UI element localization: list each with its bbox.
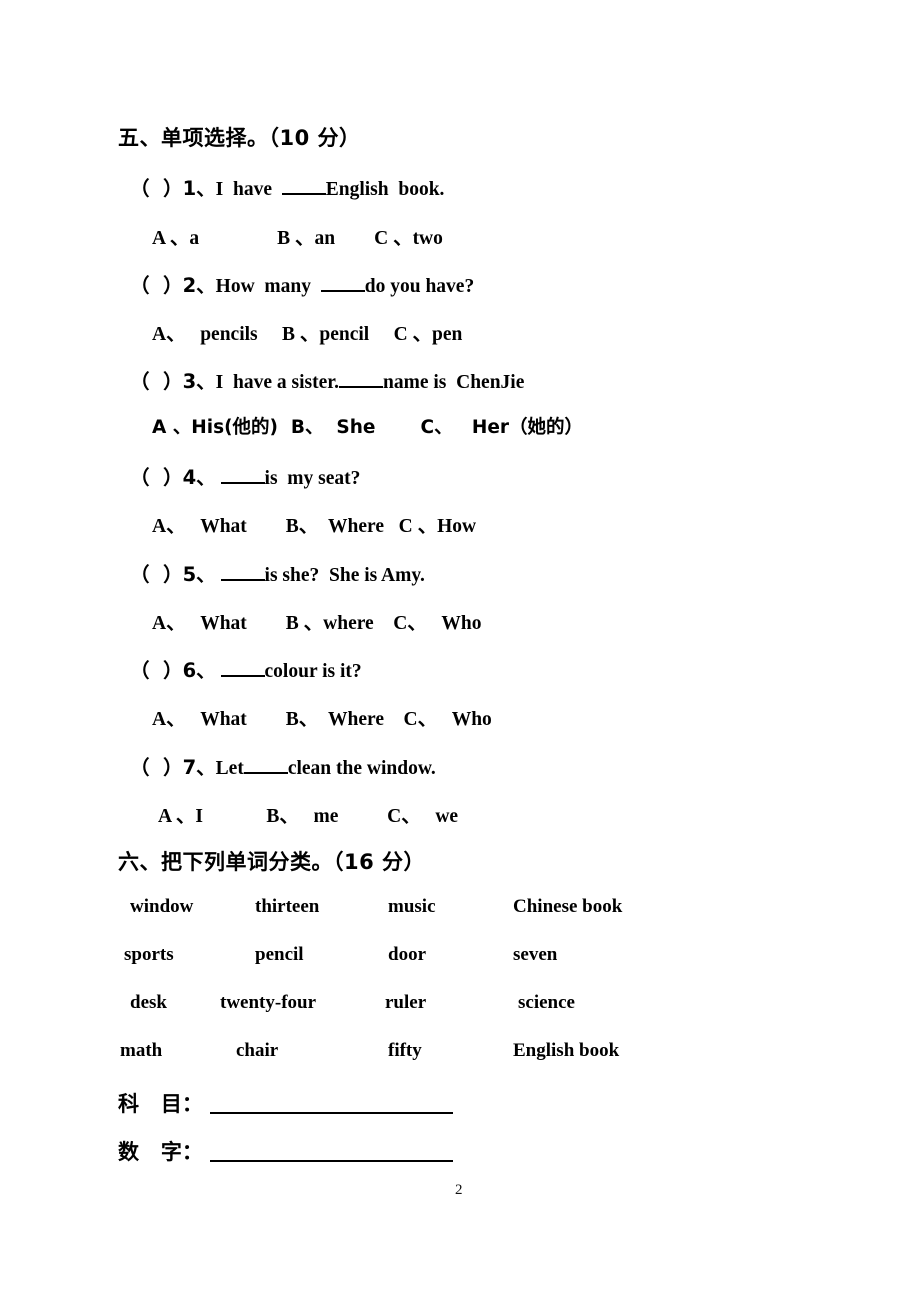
question-3-stem-before: I have a sister. bbox=[215, 372, 339, 393]
answer-row-number-label: 数 字： bbox=[118, 1140, 203, 1164]
question-7-blank[interactable] bbox=[243, 772, 288, 774]
section-six-heading: 六、把下列单词分类。（16 分） bbox=[118, 850, 426, 874]
question-4-options[interactable]: A、 What B、 Where C 、How bbox=[152, 509, 476, 538]
word-bank-item: music bbox=[388, 896, 436, 917]
question-7-options[interactable]: A 、I B、 me C、 we bbox=[158, 799, 458, 828]
word-bank-item: twenty-four bbox=[220, 992, 317, 1013]
question-6-stem-before bbox=[216, 661, 221, 682]
question-2-checkbox-marker[interactable]: （ ） bbox=[130, 274, 183, 297]
word-bank-item: English book bbox=[513, 1040, 620, 1061]
question-1-checkbox-marker[interactable]: （ ） bbox=[130, 177, 183, 200]
word-bank-item: sports bbox=[124, 944, 174, 965]
question-3-options[interactable]: A 、His(他的) B、 She C、 Her（她的） bbox=[152, 413, 583, 439]
word-bank-item: desk bbox=[130, 992, 167, 1013]
question-2-number: 2、 bbox=[182, 274, 216, 297]
question-4-stem: （ ）4、 is my seat? bbox=[130, 461, 360, 490]
question-4-number: 4、 bbox=[182, 466, 216, 489]
word-bank-item: Chinese book bbox=[513, 896, 623, 917]
question-5-stem-after: is she? She is Amy. bbox=[264, 565, 425, 586]
question-4-stem-before bbox=[216, 468, 221, 489]
question-2-options[interactable]: A、 pencils B 、pencil C 、pen bbox=[152, 317, 462, 346]
question-1-stem-after: English book. bbox=[325, 179, 445, 200]
question-7-number: 7、 bbox=[182, 756, 216, 779]
question-1-blank[interactable] bbox=[281, 193, 326, 195]
question-5-options[interactable]: A、 What B 、where C、 Who bbox=[152, 606, 482, 635]
question-2-stem-before: How many bbox=[215, 276, 321, 297]
question-6-blank[interactable] bbox=[220, 675, 265, 677]
question-5-stem-before bbox=[216, 565, 221, 586]
question-5-number: 5、 bbox=[182, 563, 216, 586]
question-1-number: 1、 bbox=[182, 177, 216, 200]
question-1-stem-before: I have bbox=[215, 179, 282, 200]
question-5-blank[interactable] bbox=[220, 579, 265, 581]
question-3-checkbox-marker[interactable]: （ ） bbox=[130, 370, 183, 393]
word-bank-item: science bbox=[518, 992, 575, 1013]
question-2-blank[interactable] bbox=[320, 290, 365, 292]
question-3-stem-after: name is ChenJie bbox=[382, 372, 525, 393]
question-7-stem: （ ）7、Let clean the window. bbox=[130, 751, 436, 780]
question-3-blank[interactable] bbox=[338, 386, 383, 388]
word-bank-item: thirteen bbox=[255, 896, 320, 917]
answer-row-number-line[interactable] bbox=[210, 1160, 453, 1162]
answer-row-subject-line[interactable] bbox=[210, 1112, 453, 1114]
question-6-options[interactable]: A、 What B、 Where C、 Who bbox=[152, 702, 492, 731]
question-4-blank[interactable] bbox=[220, 482, 265, 484]
page-number: 2 bbox=[455, 1182, 463, 1198]
word-bank-item: math bbox=[120, 1040, 163, 1061]
question-7-stem-before: Let bbox=[215, 758, 244, 779]
question-3-number: 3、 bbox=[182, 370, 216, 393]
question-5-checkbox-marker[interactable]: （ ） bbox=[130, 563, 183, 586]
question-7-stem-after: clean the window. bbox=[287, 758, 436, 779]
question-6-checkbox-marker[interactable]: （ ） bbox=[130, 659, 183, 682]
question-6-stem: （ ）6、 colour is it? bbox=[130, 654, 362, 683]
word-bank-item: door bbox=[388, 944, 426, 965]
question-3-stem: （ ）3、I have a sister. name is ChenJie bbox=[130, 365, 524, 394]
question-6-number: 6、 bbox=[182, 659, 216, 682]
word-bank-item: chair bbox=[236, 1040, 279, 1061]
word-bank-item: pencil bbox=[255, 944, 304, 965]
question-2-stem: （ ）2、How many do you have? bbox=[130, 269, 474, 298]
word-bank-item: window bbox=[130, 896, 194, 917]
question-4-stem-after: is my seat? bbox=[264, 468, 361, 489]
question-2-stem-after: do you have? bbox=[364, 276, 475, 297]
question-5-stem: （ ）5、 is she? She is Amy. bbox=[130, 558, 425, 587]
answer-row-subject-label: 科 目： bbox=[118, 1092, 203, 1116]
word-bank-item: fifty bbox=[388, 1040, 422, 1061]
exam-page: 五、单项选择。（10 分） （ ）1、I have English book. … bbox=[0, 0, 920, 1302]
word-bank-item: seven bbox=[513, 944, 558, 965]
question-4-checkbox-marker[interactable]: （ ） bbox=[130, 466, 183, 489]
section-five-heading: 五、单项选择。（10 分） bbox=[118, 126, 361, 150]
word-bank-item: ruler bbox=[385, 992, 427, 1013]
question-1-stem: （ ）1、I have English book. bbox=[130, 172, 444, 201]
question-6-stem-after: colour is it? bbox=[264, 661, 362, 682]
question-7-checkbox-marker[interactable]: （ ） bbox=[130, 756, 183, 779]
question-1-options[interactable]: A 、a B 、an C 、two bbox=[152, 221, 443, 250]
